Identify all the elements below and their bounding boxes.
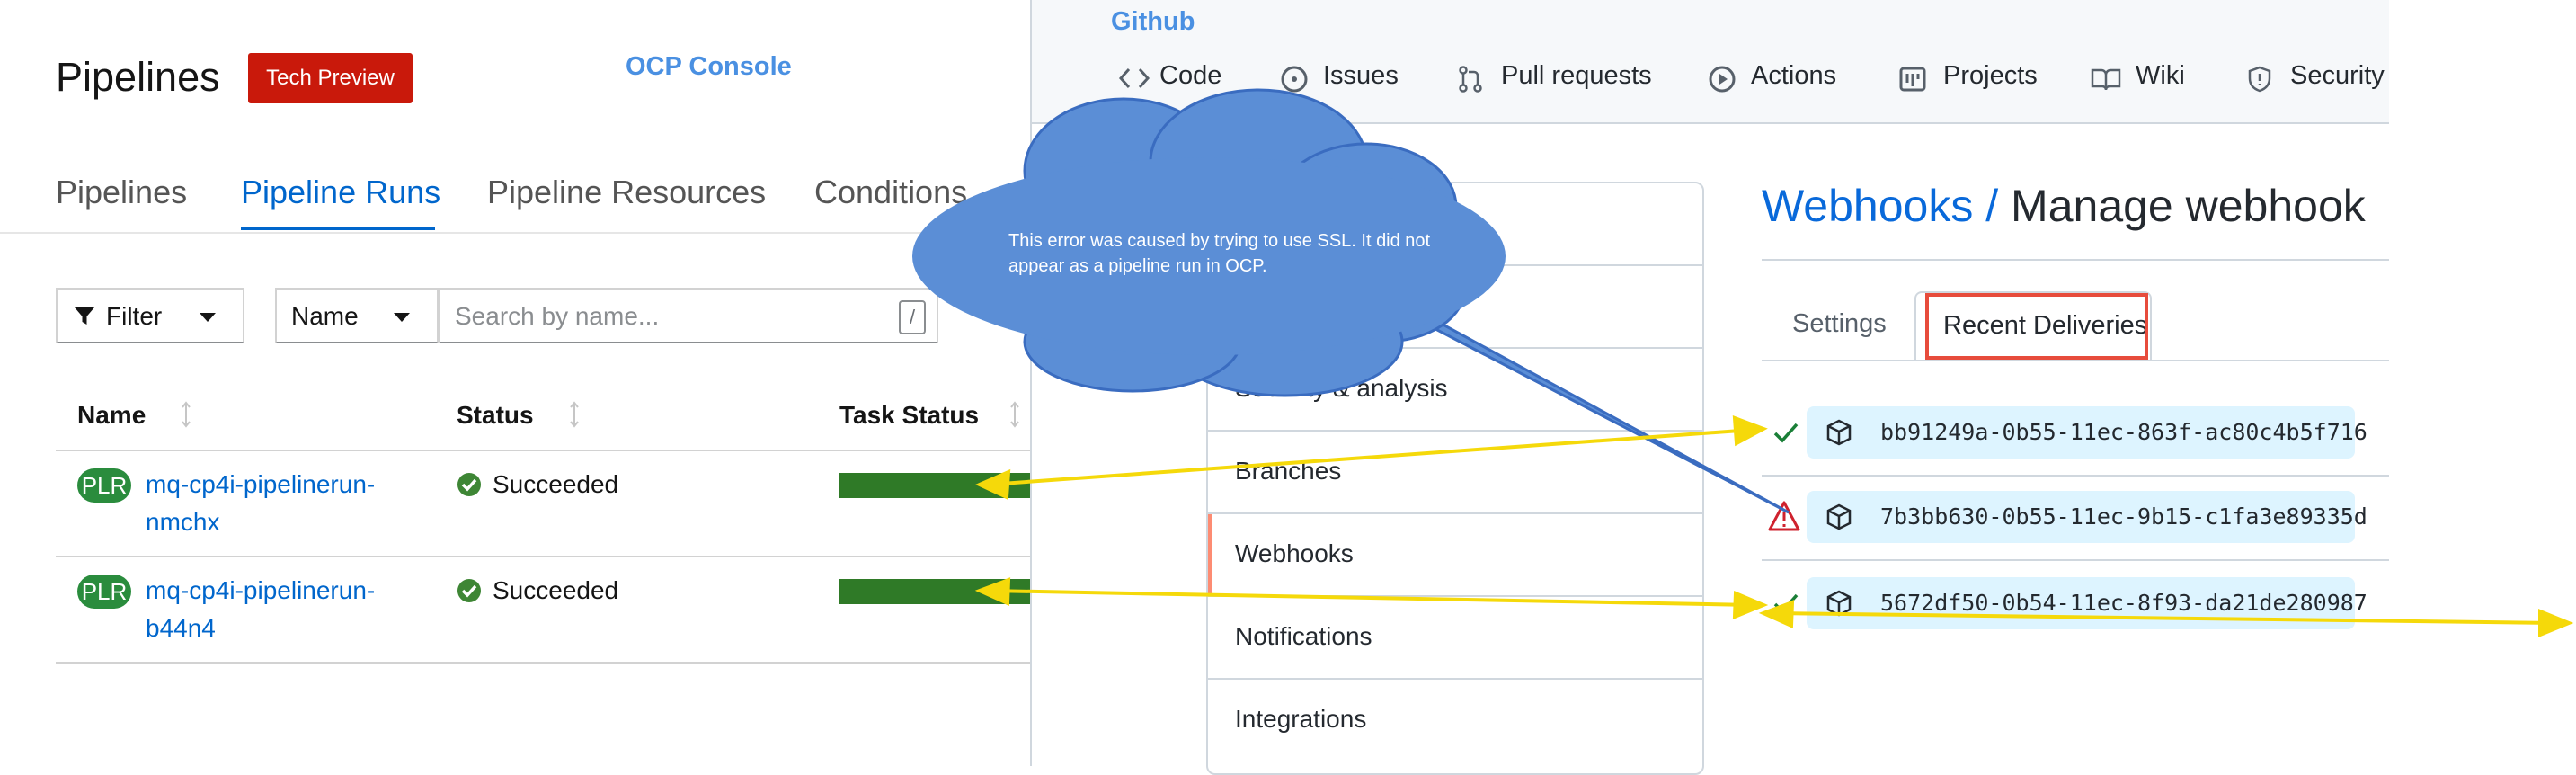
connector-arrows	[974, 415, 2574, 637]
callout-cloud	[912, 88, 1790, 514]
annotation-overlay	[912, 88, 2574, 637]
callout-text: This error was caused by trying to use S…	[1008, 231, 1431, 276]
